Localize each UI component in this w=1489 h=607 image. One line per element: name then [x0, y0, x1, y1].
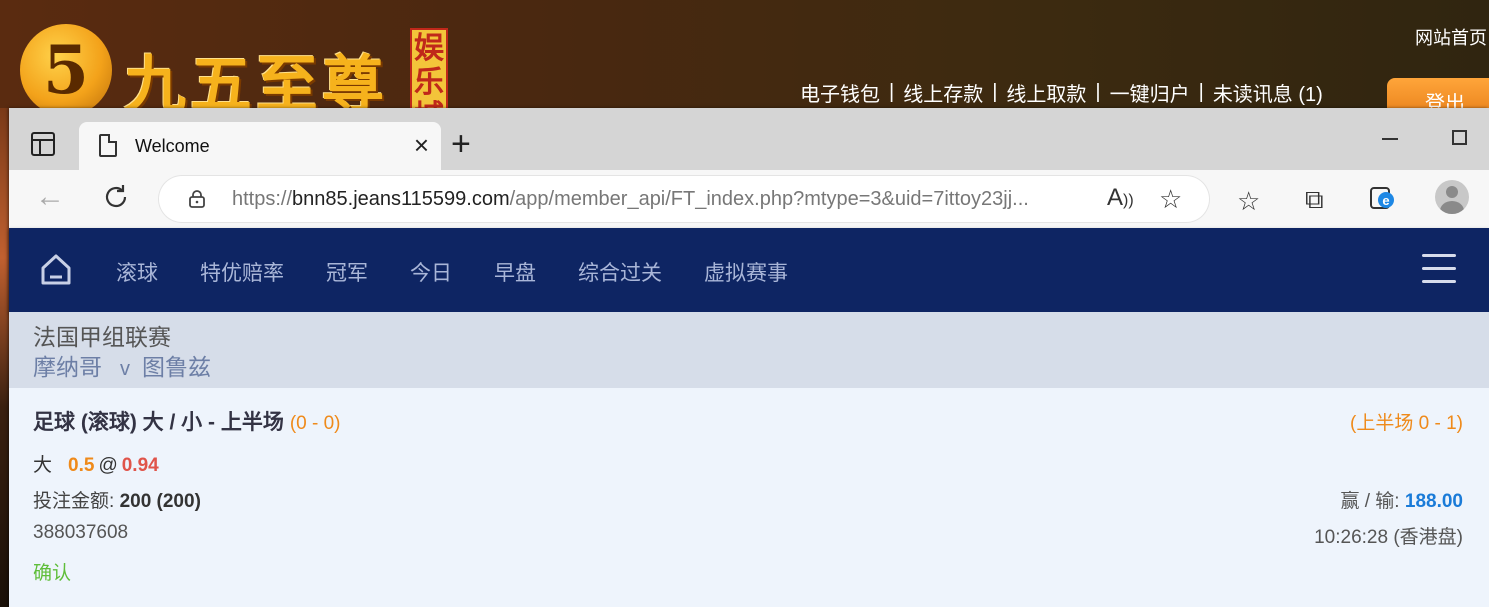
odds-value: 0.94 [121, 455, 159, 476]
site-logo-badge: 娱乐城 [410, 28, 448, 110]
versus-label: v [120, 358, 130, 380]
bet-slip-card: 足球 (滚球) 大 / 小 - 上半场 (0 - 0) (上半场 0 - 1) 大… [9, 388, 1489, 607]
main-nav: 滚球 特优赔率 冠军 今日 早盘 综合过关 虚拟赛事 [9, 228, 1489, 312]
league-name: 法国甲组联赛 [33, 324, 171, 350]
tab-welcome[interactable]: Welcome × [79, 122, 441, 170]
new-tab-icon[interactable]: + [451, 126, 471, 162]
site-account-links: 电子钱包 | 线上存款 | 线上取款 | 一键归户 | 未读讯息 (1) [800, 78, 1323, 107]
link-withdraw[interactable]: 线上取款 [1006, 78, 1086, 107]
address-bar[interactable]: https://bnn85.jeans115599.com/app/member… [159, 176, 1209, 222]
page-icon [99, 134, 117, 157]
favorites-icon[interactable]: ☆ [1237, 187, 1260, 215]
close-icon[interactable]: × [414, 132, 429, 158]
bet-timestamp: 10:26:28 (香港盘) [1314, 527, 1463, 548]
add-favorite-icon[interactable]: ☆ [1159, 184, 1182, 215]
svg-text:e: e [1382, 193, 1389, 208]
win-loss-label: 赢 / 输: [1340, 491, 1400, 512]
stake-label: 投注金额: [33, 491, 115, 512]
minimize-icon[interactable] [1382, 138, 1398, 140]
selection-pick: 大 [33, 455, 53, 476]
nav-item-live[interactable]: 滚球 [116, 257, 158, 287]
profile-avatar[interactable] [1435, 180, 1469, 214]
nav-item-parlay[interactable]: 综合过关 [578, 257, 662, 287]
nav-item-outright[interactable]: 冠军 [326, 257, 368, 287]
tab-bar: Welcome × + [9, 108, 1489, 170]
divider: | [889, 81, 895, 103]
link-wallet[interactable]: 电子钱包 [800, 78, 880, 107]
bet-status: 确认 [33, 563, 72, 584]
divider: | [992, 81, 998, 103]
refresh-icon[interactable] [101, 182, 131, 212]
url-host: bnn85.jeans115599.com [292, 188, 510, 210]
bet-selection: 大 0.5 @0.94 [33, 450, 159, 477]
browser-toolbar: ← https://bnn85.jeans115599.com/app/memb… [9, 170, 1489, 228]
win-loss-value: 188.00 [1404, 491, 1463, 512]
collections-icon[interactable]: ⧉ [1305, 185, 1324, 213]
nav-item-early[interactable]: 早盘 [494, 257, 536, 287]
site-home-link[interactable]: 网站首页 [1415, 24, 1487, 50]
url-path: /app/member_api/FT_index.php?mtype=3&uid… [509, 188, 1029, 210]
stake-value: 200 (200) [119, 491, 201, 512]
nav-item-special-odds[interactable]: 特优赔率 [200, 257, 284, 287]
url-prefix: https:// [232, 188, 293, 210]
handicap-line: 0.5 [68, 455, 95, 476]
read-aloud-icon[interactable]: A)) [1107, 184, 1134, 212]
link-deposit[interactable]: 线上存款 [903, 78, 983, 107]
win-loss: 赢 / 输: 188.00 [1340, 486, 1463, 513]
home-icon[interactable] [39, 252, 73, 286]
url-text[interactable]: https://bnn85.jeans115599.com/app/member… [232, 188, 1029, 211]
link-unread-messages[interactable]: 未读讯息 (1) [1213, 78, 1323, 107]
site-logo-emblem: 5 [20, 24, 112, 116]
tab-title: Welcome [135, 136, 210, 156]
nav-item-today[interactable]: 今日 [410, 257, 452, 287]
internet-explorer-icon[interactable]: e [1369, 184, 1397, 212]
divider: | [1095, 81, 1101, 103]
tab-actions-icon[interactable] [31, 132, 55, 156]
page-content: 滚球 特优赔率 冠军 今日 早盘 综合过关 虚拟赛事 法国甲组联赛 摩纳哥 v 图鲁… [9, 228, 1489, 607]
link-consolidate[interactable]: 一键归户 [1110, 78, 1190, 107]
nav-item-virtual[interactable]: 虚拟赛事 [704, 257, 788, 287]
lock-icon[interactable] [189, 190, 205, 208]
match-header: 法国甲组联赛 摩纳哥 v 图鲁兹 [9, 312, 1489, 388]
hamburger-menu-icon[interactable] [1422, 254, 1456, 284]
ticket-number: 388037608 [33, 522, 129, 543]
away-team: 图鲁兹 [142, 354, 211, 380]
divider: | [1198, 81, 1204, 103]
back-arrow-icon[interactable]: ← [35, 180, 65, 214]
match-teams: 摩纳哥 v 图鲁兹 [33, 348, 211, 382]
bet-type-title: 足球 (滚球) 大 / 小 - 上半场 (0 - 0) [33, 406, 341, 436]
current-score: (0 - 0) [289, 413, 341, 434]
bet-type-text: 足球 (滚球) 大 / 小 - 上半场 [33, 411, 284, 434]
home-team: 摩纳哥 [33, 354, 102, 380]
browser-window: Welcome × + ← https://bnn85.jeans115599.… [9, 108, 1489, 607]
at-symbol: @ [98, 455, 118, 476]
maximize-icon[interactable] [1452, 130, 1467, 145]
nav-items: 滚球 特优赔率 冠军 今日 早盘 综合过关 虚拟赛事 [116, 257, 830, 287]
half-time-score: (上半场 0 - 1) [1350, 413, 1463, 434]
stake-amount: 投注金额: 200 (200) [33, 486, 201, 513]
